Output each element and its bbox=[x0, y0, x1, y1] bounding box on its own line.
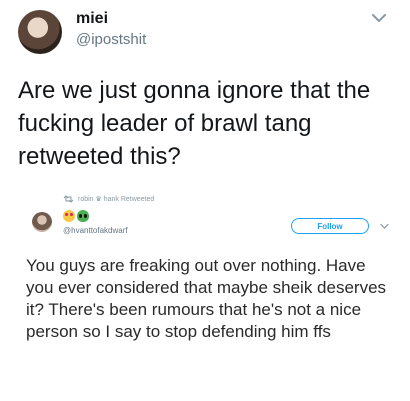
chevron-down-icon bbox=[380, 223, 389, 229]
embedded-screenshot: robin ♛ hank Retweeted @hvanttofakdwarf … bbox=[17, 192, 407, 401]
avatar[interactable] bbox=[18, 10, 62, 54]
alien-emoji-icon bbox=[77, 210, 89, 222]
retweet-icon bbox=[63, 195, 74, 203]
display-name[interactable]: miei bbox=[76, 10, 108, 28]
user-handle[interactable]: @ipostshit bbox=[76, 31, 146, 48]
embedded-tweet-text: You guys are freaking out over nothing. … bbox=[26, 256, 387, 341]
retweet-indicator: robin ♛ hank Retweeted bbox=[63, 195, 154, 203]
embedded-avatar bbox=[32, 212, 52, 232]
chevron-down-icon[interactable] bbox=[371, 12, 387, 24]
follow-button: Follow bbox=[291, 218, 369, 234]
embedded-display-name bbox=[63, 210, 89, 222]
embedded-handle: @hvanttofakdwarf bbox=[63, 226, 128, 235]
heart-eyes-emoji-icon bbox=[63, 210, 75, 222]
retweet-label: robin ♛ hank Retweeted bbox=[78, 196, 155, 203]
tweet-text: Are we just gonna ignore that the fuckin… bbox=[18, 77, 371, 170]
